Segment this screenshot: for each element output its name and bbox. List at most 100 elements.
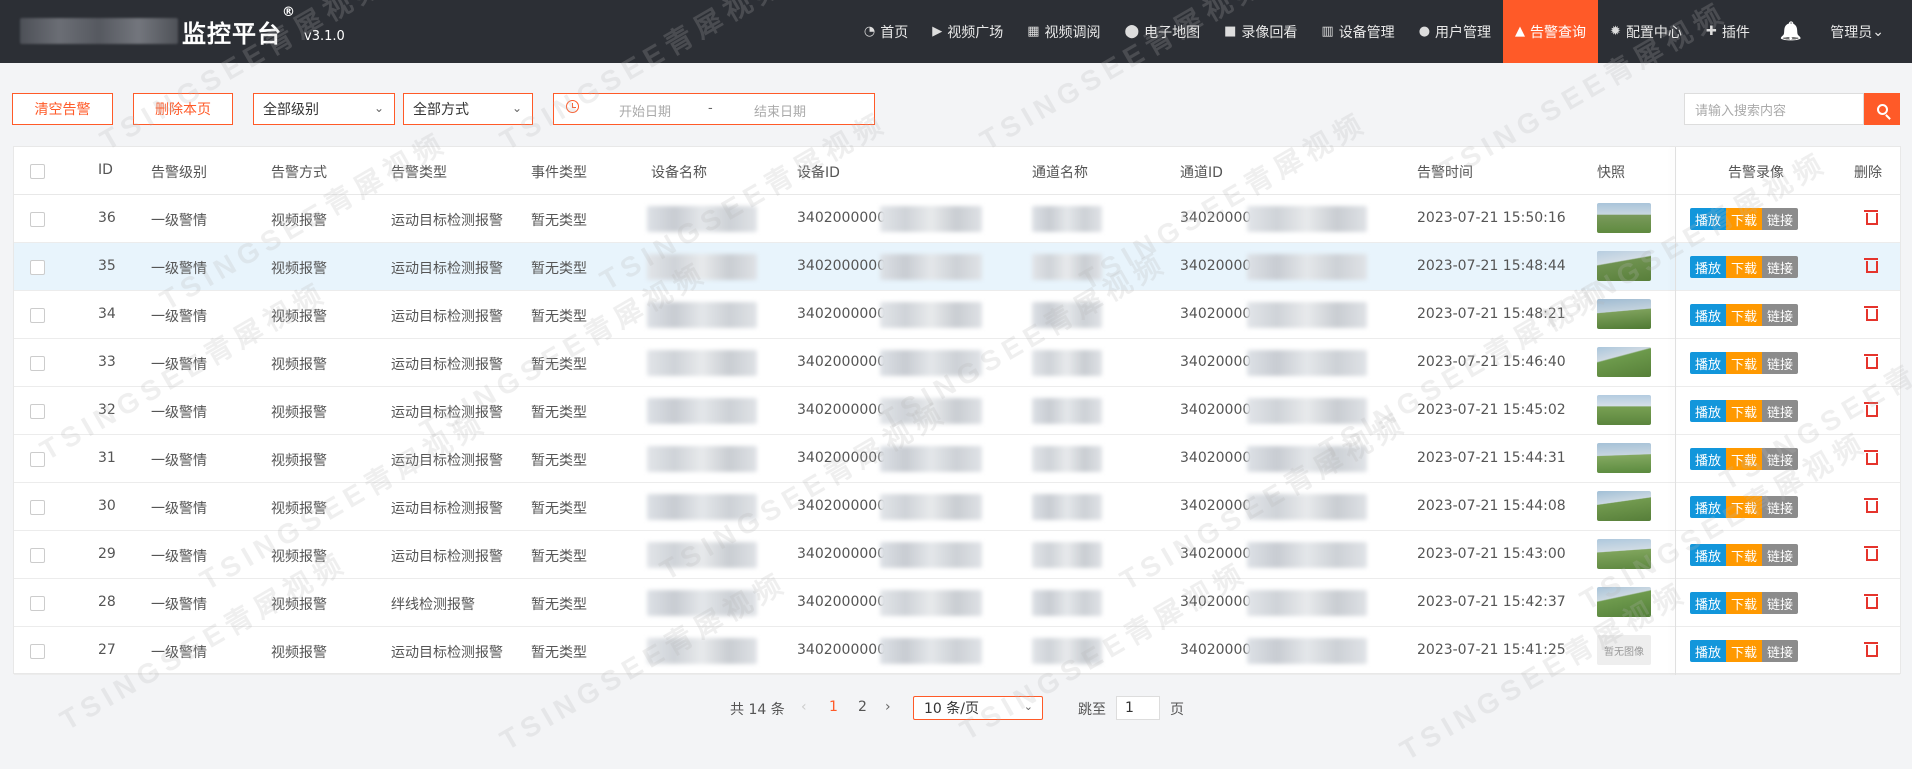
bell-icon[interactable]: 🔔 bbox=[1762, 0, 1820, 63]
search-input[interactable]: 请输入搜索内容 bbox=[1684, 93, 1864, 125]
snapshot-thumbnail[interactable] bbox=[1597, 539, 1651, 569]
download-button[interactable]: 下载 bbox=[1726, 400, 1763, 422]
download-button[interactable]: 下载 bbox=[1726, 640, 1763, 662]
method-select[interactable]: 全部方式 ⌄ bbox=[403, 93, 533, 125]
nav-item-2[interactable]: ▦ 视频调阅 bbox=[1015, 0, 1112, 63]
snapshot-thumbnail[interactable] bbox=[1597, 203, 1651, 233]
play-button[interactable]: 播放 bbox=[1690, 400, 1727, 422]
page-1[interactable]: 1 bbox=[829, 699, 838, 715]
nav-item-9[interactable]: ✚ 插件 bbox=[1694, 0, 1762, 63]
nav-item-5[interactable]: ▥ 设备管理 bbox=[1309, 0, 1406, 63]
play-button[interactable]: 播放 bbox=[1690, 544, 1727, 566]
play-button[interactable]: 播放 bbox=[1690, 304, 1727, 326]
next-page-icon[interactable]: › bbox=[885, 699, 891, 715]
table-row[interactable]: 35 一级警情 视频报警 运动目标检测报警 暂无类型 3402000000 34020000… bbox=[14, 243, 1900, 291]
play-button[interactable]: 播放 bbox=[1690, 592, 1727, 614]
nav-item-1[interactable]: ▶ 视频广场 bbox=[920, 0, 1015, 63]
date-range-picker[interactable]: 开始日期 - 结束日期 bbox=[553, 93, 875, 125]
table-row[interactable]: 27 一级警情 视频报警 运动目标检测报警 暂无类型 3402000000 34020000… bbox=[14, 627, 1900, 675]
trash-icon[interactable] bbox=[1864, 352, 1878, 369]
snapshot-thumbnail[interactable] bbox=[1597, 443, 1651, 473]
snapshot-thumbnail[interactable] bbox=[1597, 491, 1651, 521]
play-button[interactable]: 播放 bbox=[1690, 496, 1727, 518]
nav-item-3[interactable]: ⬤ 电子地图 bbox=[1113, 0, 1213, 63]
trash-icon[interactable] bbox=[1864, 448, 1878, 465]
download-button[interactable]: 下载 bbox=[1726, 256, 1763, 278]
row-checkbox[interactable] bbox=[30, 548, 45, 563]
trash-icon[interactable] bbox=[1864, 640, 1878, 657]
row-checkbox[interactable] bbox=[30, 452, 45, 467]
trash-icon[interactable] bbox=[1864, 256, 1878, 273]
download-button[interactable]: 下载 bbox=[1726, 448, 1763, 470]
goto-page-input[interactable]: 1 bbox=[1116, 696, 1160, 720]
table-row[interactable]: 30 一级警情 视频报警 运动目标检测报警 暂无类型 3402000000 34020000… bbox=[14, 483, 1900, 531]
link-button[interactable]: 链接 bbox=[1762, 544, 1799, 566]
row-checkbox[interactable] bbox=[30, 596, 45, 611]
nav-item-6[interactable]: ● 用户管理 bbox=[1407, 0, 1503, 63]
link-button[interactable]: 链接 bbox=[1762, 256, 1799, 278]
snapshot-thumbnail[interactable] bbox=[1597, 299, 1651, 329]
page-2[interactable]: 2 bbox=[858, 699, 867, 715]
user-menu[interactable]: 管理员 ⌄ bbox=[1820, 0, 1912, 63]
nav-item-7[interactable]: ▲ 告警查询 bbox=[1503, 0, 1599, 63]
image-placeholder-icon[interactable]: 暂无图像 bbox=[1597, 635, 1651, 665]
start-date-input[interactable]: 开始日期 bbox=[619, 101, 671, 120]
trash-icon[interactable] bbox=[1864, 544, 1878, 561]
play-button[interactable]: 播放 bbox=[1690, 640, 1727, 662]
link-button[interactable]: 链接 bbox=[1762, 304, 1799, 326]
link-button[interactable]: 链接 bbox=[1762, 592, 1799, 614]
row-checkbox[interactable] bbox=[30, 500, 45, 515]
nav-item-8[interactable]: ✹ 配置中心 bbox=[1598, 0, 1694, 63]
nav-item-0[interactable]: ◔ 首页 bbox=[852, 0, 920, 63]
table-row[interactable]: 28 一级警情 视频报警 绊线检测报警 暂无类型 3402000000 34020000 20… bbox=[14, 579, 1900, 627]
link-button[interactable]: 链接 bbox=[1762, 448, 1799, 470]
link-button[interactable]: 链接 bbox=[1762, 400, 1799, 422]
table-row[interactable]: 34 一级警情 视频报警 运动目标检测报警 暂无类型 3402000000 34020000… bbox=[14, 291, 1900, 339]
level-select[interactable]: 全部级别 ⌄ bbox=[253, 93, 395, 125]
snapshot-thumbnail[interactable] bbox=[1597, 251, 1651, 281]
play-button[interactable]: 播放 bbox=[1690, 448, 1727, 470]
table-row[interactable]: 36 一级警情 视频报警 运动目标检测报警 暂无类型 3402000000 34020000… bbox=[14, 195, 1900, 243]
select-all-checkbox[interactable] bbox=[30, 164, 45, 179]
page-size-select[interactable]: 10 条/页 ⌄ bbox=[913, 696, 1043, 720]
table-row[interactable]: 33 一级警情 视频报警 运动目标检测报警 暂无类型 3402000000 34020000… bbox=[14, 339, 1900, 387]
row-checkbox[interactable] bbox=[30, 356, 45, 371]
download-button[interactable]: 下载 bbox=[1726, 592, 1763, 614]
download-button[interactable]: 下载 bbox=[1726, 496, 1763, 518]
delete-page-button[interactable]: 删除本页 bbox=[133, 93, 233, 125]
trash-icon[interactable] bbox=[1864, 400, 1878, 417]
play-button[interactable]: 播放 bbox=[1690, 256, 1727, 278]
cell-method: 视频报警 bbox=[271, 501, 327, 517]
snapshot-thumbnail[interactable] bbox=[1597, 587, 1651, 617]
trash-icon[interactable] bbox=[1864, 496, 1878, 513]
clear-alarms-button[interactable]: 清空告警 bbox=[12, 93, 113, 125]
snapshot-thumbnail[interactable] bbox=[1597, 347, 1651, 377]
table-row[interactable]: 31 一级警情 视频报警 运动目标检测报警 暂无类型 3402000000 34020000… bbox=[14, 435, 1900, 483]
trash-icon[interactable] bbox=[1864, 304, 1878, 321]
trash-icon[interactable] bbox=[1864, 208, 1878, 225]
play-button[interactable]: 播放 bbox=[1690, 352, 1727, 374]
row-checkbox[interactable] bbox=[30, 644, 45, 659]
link-button[interactable]: 链接 bbox=[1762, 352, 1799, 374]
nav-item-4[interactable]: ■ 录像回看 bbox=[1212, 0, 1309, 63]
search-button[interactable] bbox=[1864, 93, 1900, 125]
download-button[interactable]: 下载 bbox=[1726, 544, 1763, 566]
prev-page-icon[interactable]: ‹ bbox=[801, 699, 807, 715]
end-date-input[interactable]: 结束日期 bbox=[754, 101, 806, 120]
table-row[interactable]: 32 一级警情 视频报警 运动目标检测报警 暂无类型 3402000000 34020000… bbox=[14, 387, 1900, 435]
row-checkbox[interactable] bbox=[30, 308, 45, 323]
snapshot-thumbnail[interactable] bbox=[1597, 395, 1651, 425]
row-checkbox[interactable] bbox=[30, 404, 45, 419]
row-checkbox[interactable] bbox=[30, 260, 45, 275]
download-button[interactable]: 下载 bbox=[1726, 304, 1763, 326]
trash-icon[interactable] bbox=[1864, 592, 1878, 609]
link-button[interactable]: 链接 bbox=[1762, 640, 1799, 662]
brand[interactable]: 监控平台® v3.1.0 bbox=[20, 5, 345, 48]
link-button[interactable]: 链接 bbox=[1762, 208, 1799, 230]
download-button[interactable]: 下载 bbox=[1726, 352, 1763, 374]
download-button[interactable]: 下载 bbox=[1726, 208, 1763, 230]
row-checkbox[interactable] bbox=[30, 212, 45, 227]
table-row[interactable]: 29 一级警情 视频报警 运动目标检测报警 暂无类型 3402000000 34020000… bbox=[14, 531, 1900, 579]
link-button[interactable]: 链接 bbox=[1762, 496, 1799, 518]
play-button[interactable]: 播放 bbox=[1690, 208, 1727, 230]
